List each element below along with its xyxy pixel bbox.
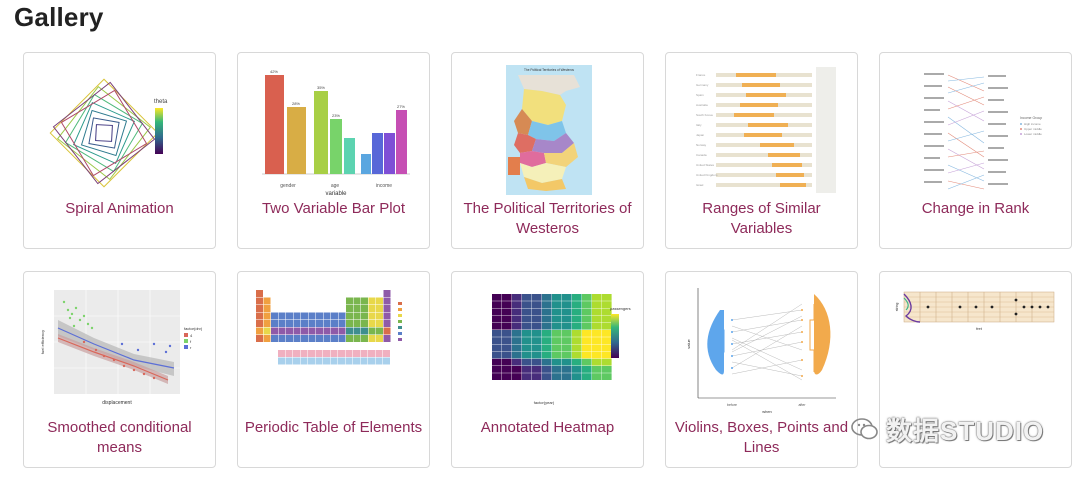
card-caption[interactable]: Violins, Boxes, Points and Lines (670, 418, 853, 458)
card-caption[interactable]: The Political Territories of Westeros (456, 199, 639, 239)
card-caption[interactable]: Change in Rank (884, 199, 1067, 219)
card-caption[interactable]: Spiral Animation (28, 199, 211, 219)
watermark: 数据STUDIO (850, 412, 1044, 446)
svg-text:United States: United States (696, 163, 715, 167)
spiral-colorbar (155, 108, 163, 154)
violin-group-before: before (727, 403, 737, 407)
svg-text:Canada: Canada (696, 153, 707, 157)
svg-text:Japan: Japan (696, 133, 705, 137)
bar-plot-xlabel: variable (325, 191, 347, 197)
smoothed-means-thumbnail: displacement fuel efficiency factor(drv)… (34, 280, 207, 418)
svg-text:Norway: Norway (696, 143, 707, 147)
periodic-table-thumbnail (248, 280, 421, 418)
annotated-heatmap-thumbnail: factor(year) passengers (462, 280, 635, 418)
svg-text:42%: 42% (270, 69, 278, 74)
spiral-animation-thumbnail: theta (34, 61, 207, 199)
svg-text:gender: gender (280, 183, 296, 189)
svg-text:Australia: Australia (696, 103, 708, 107)
svg-text:United Kingdom: United Kingdom (696, 173, 718, 177)
scatter-ylabel: fuel efficiency (40, 330, 45, 354)
svg-text:High income: High income (1024, 122, 1041, 126)
svg-text:Lower middle: Lower middle (1024, 132, 1042, 136)
gallery-card-violins-boxes-points-lines[interactable]: value before after when Violins, Boxes, … (665, 271, 858, 468)
wechat-icon (851, 418, 878, 440)
violin-group-after: after (798, 403, 806, 407)
scatter-xlabel: displacement (102, 400, 132, 406)
svg-text:23%: 23% (332, 113, 340, 118)
card-caption[interactable]: Ranges of Similar Variables (670, 199, 853, 239)
scatter-legend-title: factor(drv) (184, 326, 203, 331)
gallery-card-ranges-similar-variables[interactable]: France Germany Spain Australia South Korea… (665, 52, 858, 249)
svg-text:Germany: Germany (696, 83, 709, 87)
svg-text:27%: 27% (397, 104, 405, 109)
change-rank-legend-title: Income Group (1020, 116, 1042, 120)
gallery-card-political-territories-westeros[interactable]: The Political Territories of Westeros Th… (451, 52, 644, 249)
svg-text:Israel: Israel (696, 183, 704, 187)
fretboard-thumbnail: fret string (890, 280, 1063, 418)
svg-text:France: France (696, 73, 706, 77)
svg-text:age: age (331, 183, 340, 189)
ranges-thumbnail: France Germany Spain Australia South Korea… (676, 61, 849, 199)
heatmap-legend-title: passengers (610, 306, 631, 311)
svg-text:f: f (190, 339, 192, 344)
svg-text:r: r (190, 345, 192, 350)
svg-text:income: income (376, 183, 392, 189)
gallery-card-periodic-table[interactable]: Periodic Table of Elements (237, 271, 430, 468)
svg-text:Italy: Italy (696, 123, 702, 127)
gallery-card-two-variable-bar-plot[interactable]: 42% 28% 35% 23% 27% gender age income va… (237, 52, 430, 249)
svg-text:Spain: Spain (696, 93, 704, 97)
card-caption[interactable]: Two Variable Bar Plot (242, 199, 425, 219)
fretboard-xlabel: fret (976, 326, 983, 331)
bar-plot-thumbnail: 42% 28% 35% 23% 27% gender age income va… (248, 61, 421, 199)
violin-xlabel: when (762, 409, 772, 414)
svg-text:35%: 35% (317, 85, 325, 90)
svg-text:South Korea: South Korea (696, 113, 713, 117)
change-in-rank-thumbnail: Income Group High income Upper middle Lo… (890, 61, 1063, 199)
heatmap-xlabel: factor(year) (534, 400, 555, 405)
card-caption[interactable]: Annotated Heatmap (456, 418, 639, 438)
gallery-card-spiral-animation[interactable]: theta Spiral Animation (23, 52, 216, 249)
svg-text:Upper middle: Upper middle (1024, 127, 1042, 131)
svg-text:28%: 28% (292, 101, 300, 106)
gallery-card-smoothed-conditional-means[interactable]: displacement fuel efficiency factor(drv)… (23, 271, 216, 468)
westeros-map-title: The Political Territories of Westeros (524, 68, 574, 72)
violin-ylabel: value (686, 338, 691, 348)
spiral-legend-title: theta (154, 99, 168, 105)
gallery-card-annotated-heatmap[interactable]: factor(year) passengers Annotated Heatma… (451, 271, 644, 468)
fretboard-ylabel: string (895, 303, 899, 312)
page-title: Gallery (14, 2, 104, 32)
card-caption[interactable]: Periodic Table of Elements (242, 418, 425, 438)
heatmap-colorbar (611, 314, 619, 358)
westeros-map-thumbnail: The Political Territories of Westeros (462, 61, 635, 199)
card-caption[interactable]: Smoothed conditional means (28, 418, 211, 458)
svg-text:4: 4 (190, 333, 193, 338)
watermark-text: 数据STUDIO (886, 415, 1045, 446)
violin-plot-thumbnail: value before after when (676, 280, 849, 418)
gallery-card-change-in-rank[interactable]: Income Group High income Upper middle Lo… (879, 52, 1072, 249)
